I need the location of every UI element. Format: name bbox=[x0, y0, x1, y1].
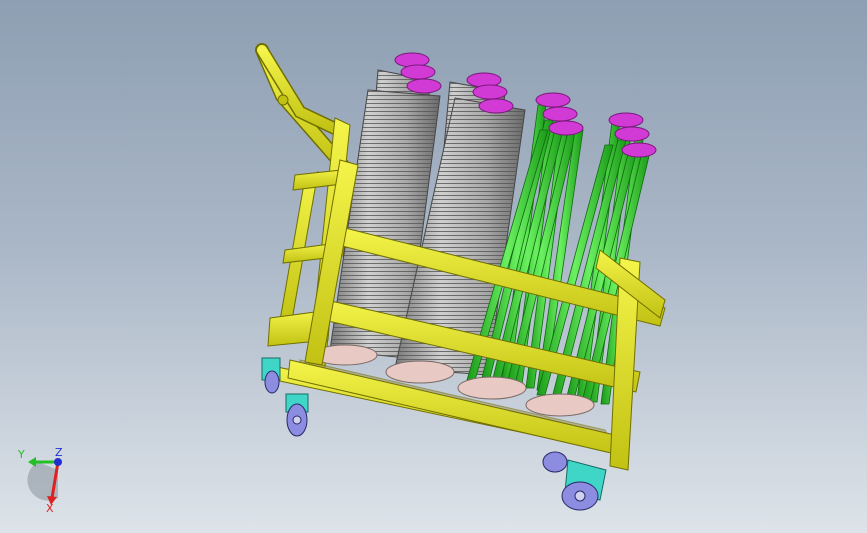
y-axis-label: Y bbox=[17, 448, 25, 461]
wheel-front-right bbox=[561, 459, 607, 511]
z-axis-dot bbox=[54, 458, 62, 466]
z-axis-label: Z bbox=[55, 446, 63, 459]
x-axis-label: X bbox=[46, 502, 54, 515]
wheel-rear-right bbox=[542, 451, 568, 473]
wheel-rear-left bbox=[261, 357, 281, 394]
axis-triad[interactable]: Y Z X bbox=[17, 446, 63, 515]
cad-viewport[interactable]: Y Z X bbox=[0, 0, 867, 533]
wheel-front-left bbox=[285, 393, 309, 437]
